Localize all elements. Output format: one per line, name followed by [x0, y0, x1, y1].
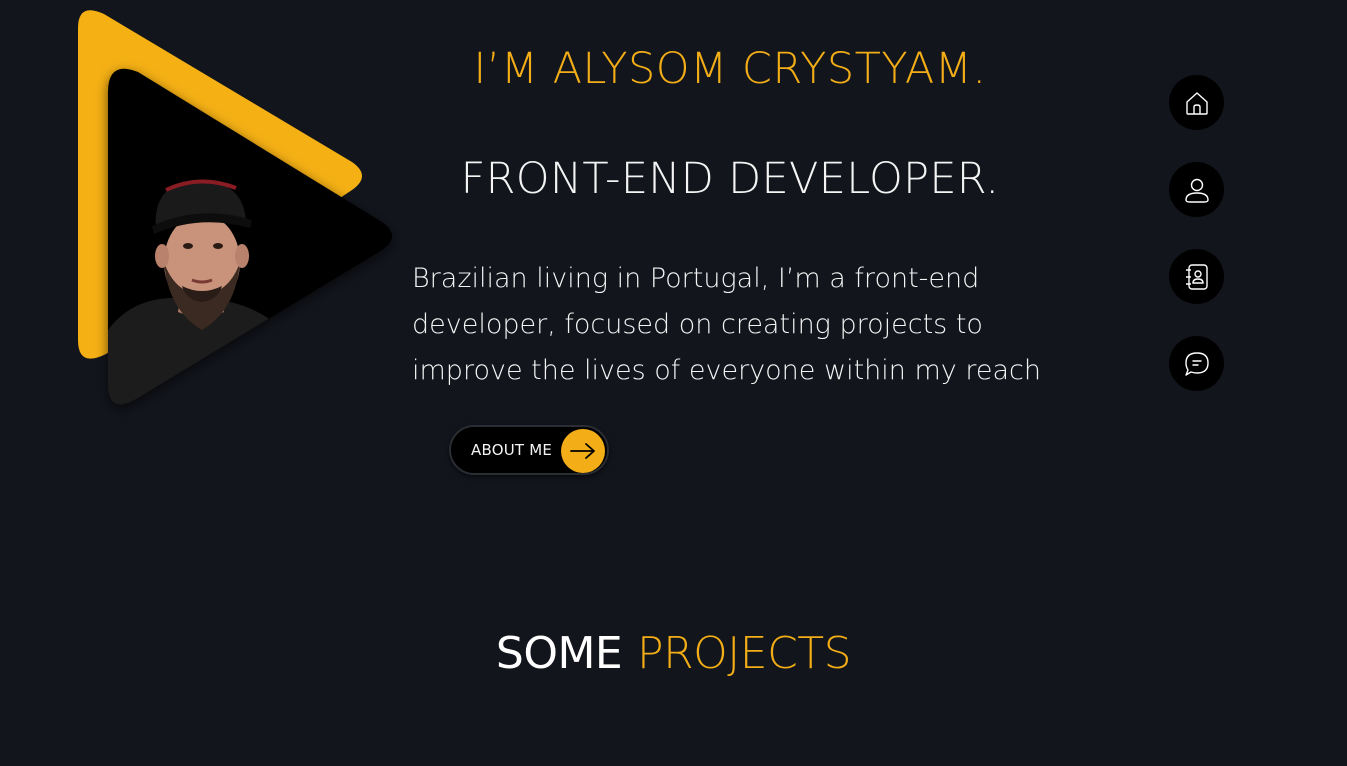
- nav-item-about[interactable]: [1169, 162, 1224, 217]
- greeting-title: I’M ALYSOM CRYSTYAM.: [473, 44, 987, 94]
- home-icon: [1185, 91, 1208, 115]
- contact-book-icon: [1185, 263, 1208, 290]
- projects-title-projects: PROJECTS: [637, 628, 852, 679]
- arrow-right-icon: [561, 429, 605, 473]
- projects-title-some: SOME: [495, 628, 623, 679]
- user-icon: [1184, 178, 1209, 203]
- projects-title: SOME PROJECTS: [0, 628, 1347, 679]
- nav-item-home[interactable]: [1169, 75, 1224, 130]
- nav-item-contacts[interactable]: [1169, 249, 1224, 304]
- about-me-button[interactable]: ABOUT ME: [449, 425, 609, 475]
- about-me-label: ABOUT ME: [471, 441, 553, 459]
- nav-item-messages[interactable]: [1169, 336, 1224, 391]
- bio-text: Brazilian living in Portugal, I’m a fron…: [412, 263, 1041, 386]
- role-title: FRONT-END DEVELOPER.: [460, 154, 1000, 204]
- chat-icon: [1184, 351, 1209, 376]
- page: I’M ALYSOM CRYSTYAM. FRONT-END DEVELOPER…: [0, 0, 1347, 766]
